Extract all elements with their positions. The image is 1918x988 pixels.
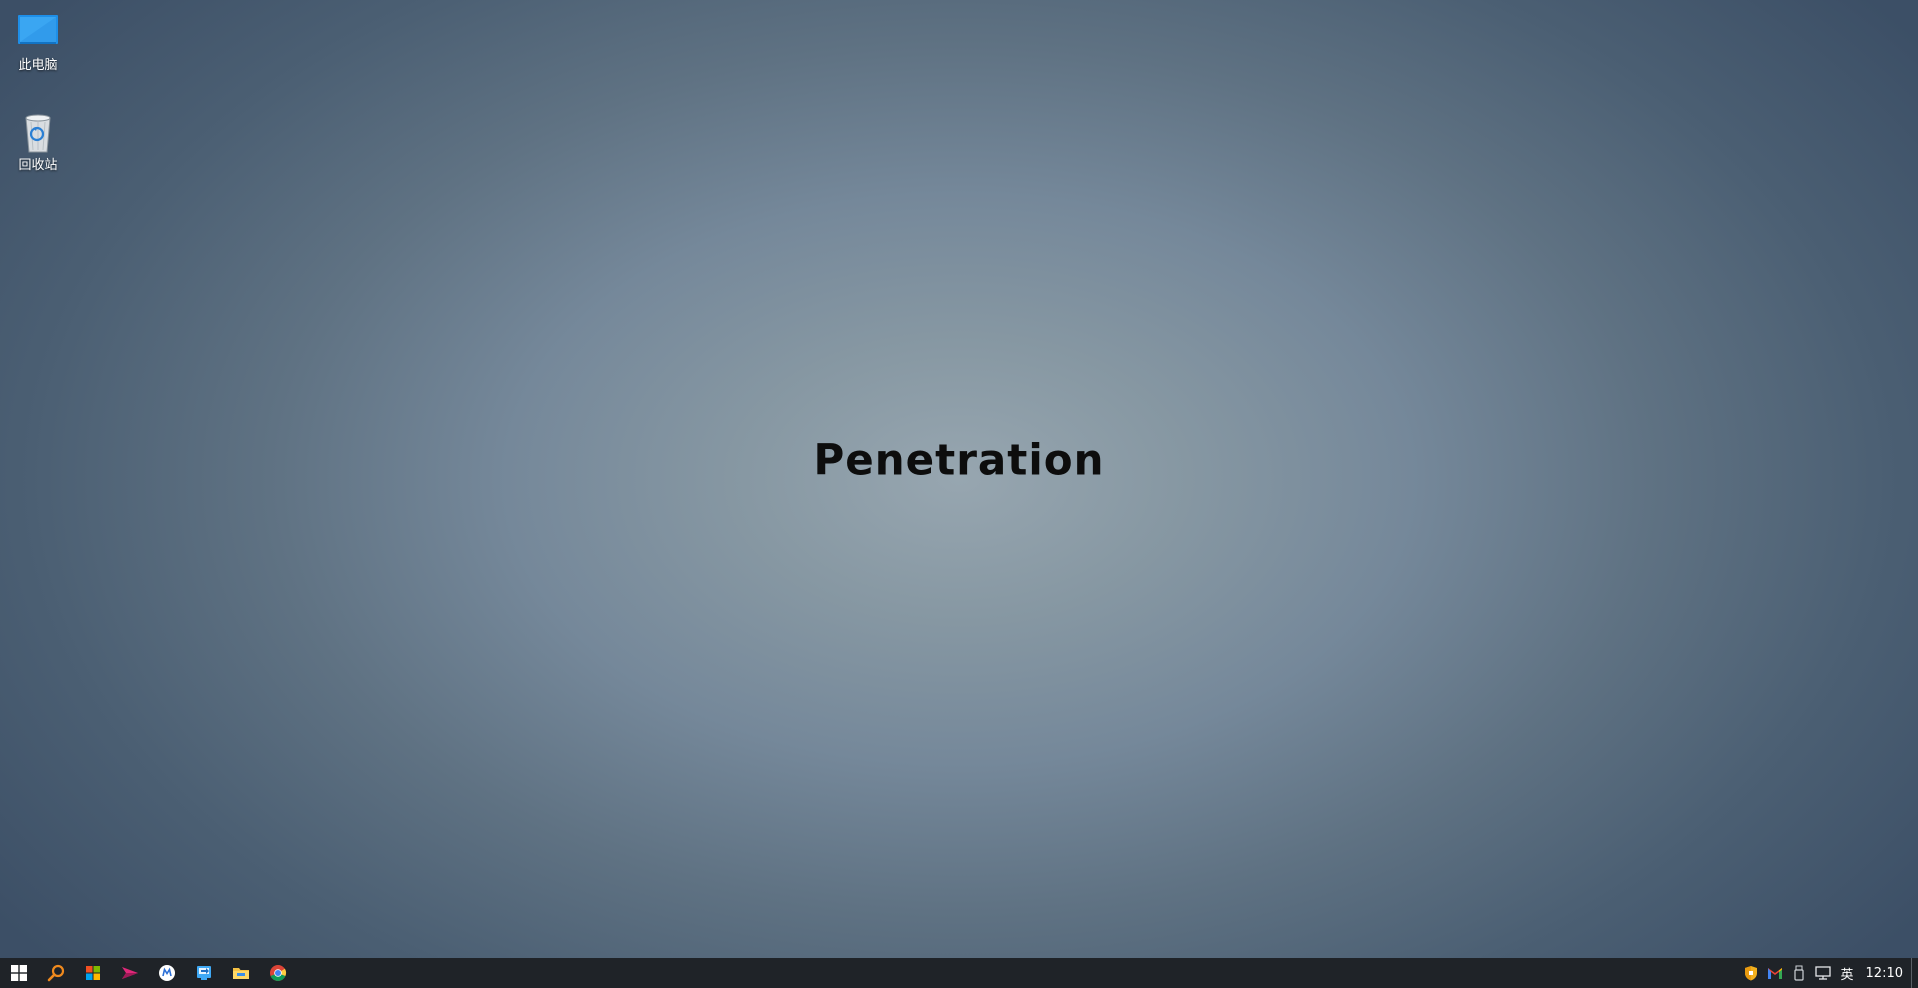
- desktop-icon-label: 回收站: [18, 158, 58, 173]
- store-app[interactable]: [74, 958, 111, 988]
- desktop-icon-recycle-bin[interactable]: 回收站: [8, 112, 68, 174]
- mail-app[interactable]: [148, 958, 185, 988]
- show-desktop-button[interactable]: [1911, 958, 1918, 988]
- tray-network[interactable]: [1811, 958, 1835, 988]
- usb-drive-icon: [1793, 965, 1804, 981]
- system-tray: 英 12:10: [1739, 958, 1918, 988]
- tray-usb[interactable]: [1787, 958, 1811, 988]
- network-icon: [1814, 966, 1831, 980]
- wallpaper-logo-text: Penetration: [813, 434, 1105, 485]
- desktop-icon-this-pc[interactable]: 此电脑: [8, 12, 68, 74]
- clock[interactable]: 12:10: [1860, 958, 1909, 988]
- search-button[interactable]: [37, 958, 74, 988]
- chrome-icon: [269, 965, 286, 981]
- taskbar: 英 12:10: [0, 958, 1918, 988]
- ime-indicator[interactable]: 英: [1835, 958, 1860, 988]
- tray-gmail[interactable]: [1763, 958, 1787, 988]
- paper-plane-icon: [121, 967, 138, 979]
- send-app[interactable]: [111, 958, 148, 988]
- tray-security[interactable]: [1739, 958, 1763, 988]
- chrome-browser[interactable]: [259, 958, 296, 988]
- desktop: 此电脑 回收站 Penetration: [0, 0, 1918, 958]
- security-shield-icon: [1744, 966, 1757, 981]
- remote-desktop-icon: [196, 966, 211, 980]
- desktop-icon-label: 此电脑: [18, 58, 58, 73]
- mail-circle-icon: [158, 965, 175, 981]
- search-icon: [47, 964, 64, 982]
- start-button[interactable]: [0, 958, 37, 988]
- file-explorer[interactable]: [222, 958, 259, 988]
- remote-app[interactable]: [185, 958, 222, 988]
- windows-logo-icon: [10, 965, 27, 981]
- recycle-bin-icon: [25, 114, 51, 153]
- gmail-icon: [1767, 968, 1782, 979]
- store-icon: [85, 966, 100, 980]
- folder-icon: [232, 968, 249, 979]
- this-pc-icon: [18, 15, 58, 44]
